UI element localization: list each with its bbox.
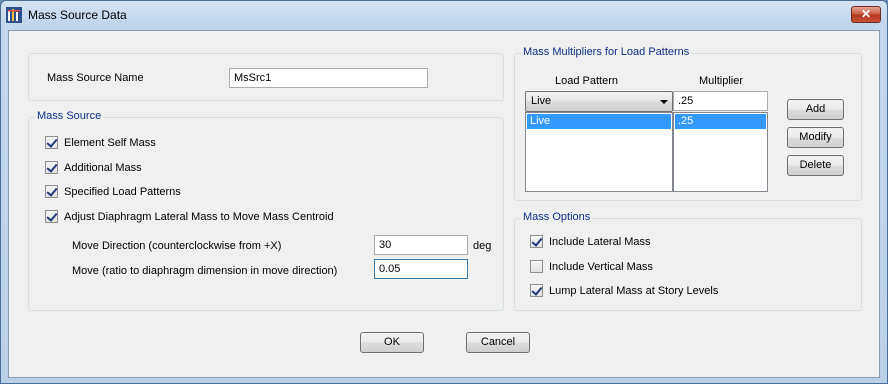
checkbox-checked-icon[interactable]	[45, 185, 58, 198]
multiplier-list[interactable]: .25	[673, 112, 768, 192]
list-item[interactable]: .25	[675, 114, 766, 129]
lump-lateral-mass-checkbox[interactable]: Lump Lateral Mass at Story Levels	[530, 284, 718, 297]
load-pattern-selected: Live	[531, 95, 552, 107]
mass-multipliers-group: Mass Multipliers for Load Patterns Load …	[514, 46, 862, 201]
checkbox-unchecked-icon[interactable]	[530, 260, 543, 273]
mass-source-title: Mass Source	[35, 110, 104, 122]
mass-options-group: Mass Options Include Lateral Mass Includ…	[514, 211, 862, 311]
include-lateral-mass-checkbox[interactable]: Include Lateral Mass	[530, 235, 651, 248]
move-direction-label: Move Direction (counterclockwise from +X…	[72, 240, 282, 252]
mass-source-name-input[interactable]: MsSrc1	[229, 68, 428, 88]
list-item[interactable]: Live	[527, 114, 671, 129]
mass-multipliers-title: Mass Multipliers for Load Patterns	[521, 46, 692, 58]
checkbox-checked-icon[interactable]	[45, 136, 58, 149]
load-pattern-list[interactable]: Live	[525, 112, 673, 192]
chevron-down-icon[interactable]	[660, 100, 668, 104]
mass-options-title: Mass Options	[521, 211, 593, 223]
close-icon: ✕	[860, 7, 872, 21]
mass-source-name-group: Mass Source Name MsSrc1	[28, 53, 504, 101]
load-pattern-header: Load Pattern	[555, 75, 618, 87]
close-button[interactable]: ✕	[851, 6, 881, 23]
checkbox-checked-icon[interactable]	[530, 284, 543, 297]
checkbox-checked-icon[interactable]	[530, 235, 543, 248]
checkbox-checked-icon[interactable]	[45, 161, 58, 174]
adjust-diaphragm-checkbox[interactable]: Adjust Diaphragm Lateral Mass to Move Ma…	[45, 210, 334, 223]
move-ratio-input[interactable]: 0.05	[374, 259, 468, 279]
mass-source-dialog: Mass Source Data ✕ Mass Source Name MsSr…	[0, 0, 888, 384]
app-icon	[6, 7, 22, 23]
specified-load-patterns-checkbox[interactable]: Specified Load Patterns	[45, 185, 181, 198]
title-bar[interactable]: Mass Source Data ✕	[1, 1, 887, 29]
multiplier-header: Multiplier	[699, 75, 744, 87]
multiplier-input[interactable]: .25	[673, 91, 768, 111]
modify-button[interactable]: Modify	[787, 127, 844, 148]
dialog-body: Mass Source Name MsSrc1 Mass Source Elem…	[8, 30, 880, 378]
window-title: Mass Source Data	[28, 8, 127, 22]
checkbox-checked-icon[interactable]	[45, 210, 58, 223]
move-ratio-label: Move (ratio to diaphragm dimension in mo…	[72, 265, 338, 277]
element-self-mass-checkbox[interactable]: Element Self Mass	[45, 136, 156, 149]
add-button[interactable]: Add	[787, 99, 844, 120]
include-vertical-mass-checkbox[interactable]: Include Vertical Mass	[530, 260, 653, 273]
load-pattern-dropdown[interactable]: Live	[525, 91, 673, 112]
ok-button[interactable]: OK	[360, 332, 424, 353]
mass-source-name-label: Mass Source Name	[47, 72, 144, 84]
additional-mass-checkbox[interactable]: Additional Mass	[45, 161, 142, 174]
mass-source-group: Mass Source Element Self Mass Additional…	[28, 110, 504, 311]
move-direction-input[interactable]: 30	[374, 235, 468, 255]
cancel-button[interactable]: Cancel	[466, 332, 530, 353]
move-direction-unit: deg	[473, 240, 492, 252]
delete-button[interactable]: Delete	[787, 155, 844, 176]
